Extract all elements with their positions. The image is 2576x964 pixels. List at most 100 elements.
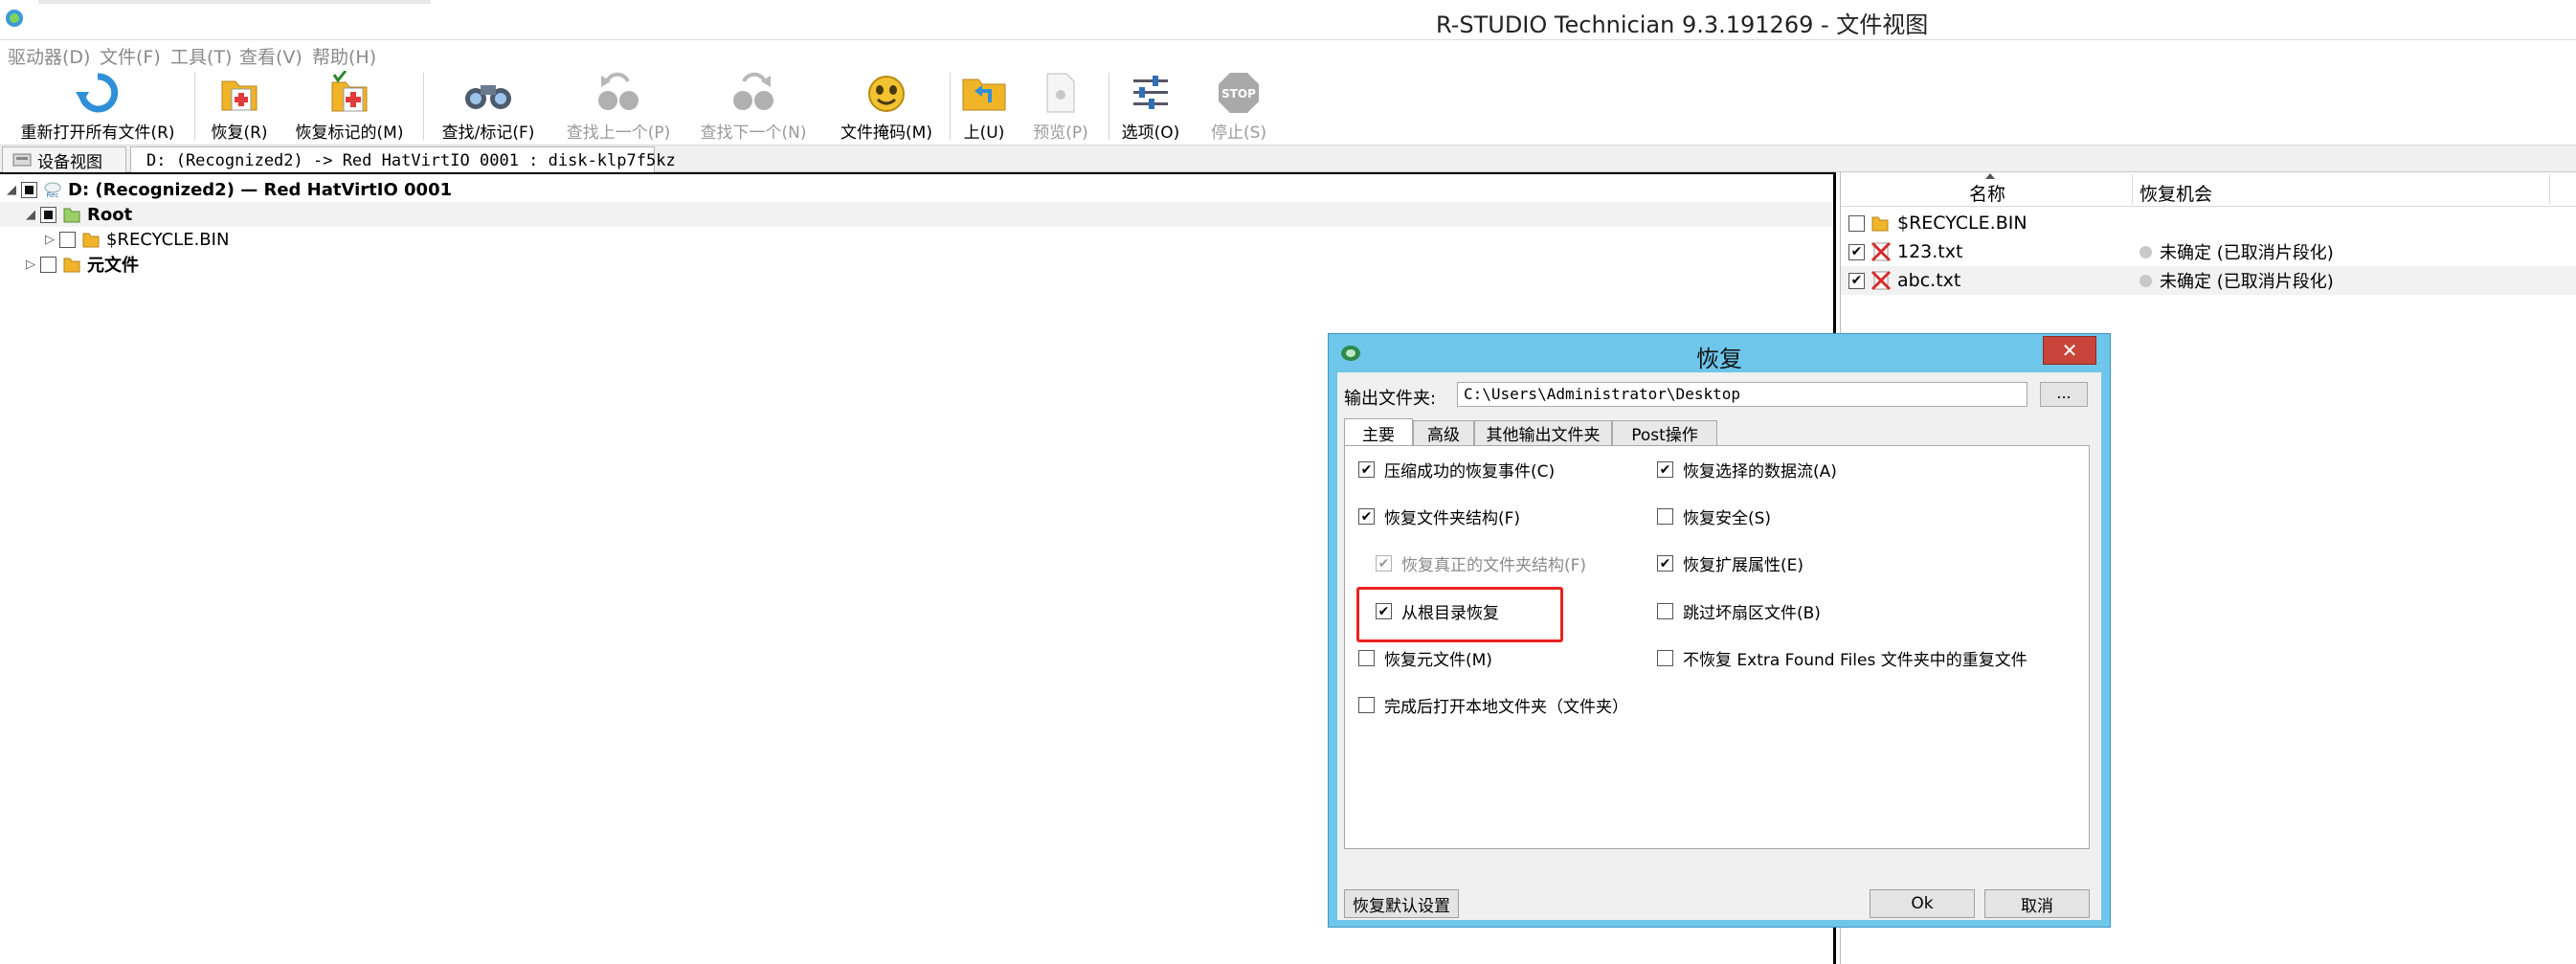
tree-node-metafiles[interactable]: ▷ 元文件 bbox=[23, 252, 139, 277]
find-mark-button[interactable]: 查找/标记(F) bbox=[433, 69, 544, 146]
column-header-recovery-chance[interactable]: 恢复机会 bbox=[2139, 180, 2212, 206]
option-skip-extra-found-duplicates[interactable]: 不恢复 Extra Found Files 文件夹中的重复文件 bbox=[1657, 646, 2027, 670]
list-item[interactable]: ✔ 123.txt 未确定 (已取消片段化) bbox=[1841, 237, 2576, 266]
reopen-icon bbox=[76, 73, 119, 113]
option-checkbox[interactable]: ✔ bbox=[1358, 461, 1375, 478]
tree-checkbox-root[interactable] bbox=[40, 206, 56, 223]
option-checkbox[interactable] bbox=[1358, 697, 1375, 713]
option-checkbox[interactable]: ✔ bbox=[1376, 603, 1392, 619]
menu-bar: 驱动器(D) 文件(F) 工具(T) 查看(V) 帮助(H) bbox=[0, 40, 2576, 69]
menu-help[interactable]: 帮助(H) bbox=[312, 43, 376, 69]
cancel-button[interactable]: 取消 bbox=[1984, 889, 2090, 918]
close-button[interactable]: ✕ bbox=[2043, 336, 2096, 365]
option-restore-folder-structure[interactable]: ✔ 恢复文件夹结构(F) bbox=[1358, 504, 1520, 528]
option-compress-success-events[interactable]: ✔ 压缩成功的恢复事件(C) bbox=[1358, 458, 1555, 482]
output-folder-label: 输出文件夹: bbox=[1344, 389, 1437, 409]
menu-drives[interactable]: 驱动器(D) bbox=[8, 43, 90, 69]
option-recover-security[interactable]: 恢复安全(S) bbox=[1657, 504, 1771, 528]
folder-up-button[interactable]: 上(U) bbox=[957, 69, 1011, 146]
menu-tools[interactable]: 工具(T) bbox=[170, 43, 232, 69]
option-checkbox[interactable] bbox=[1657, 603, 1673, 619]
file-mask-button[interactable]: 文件掩码(M) bbox=[833, 69, 940, 146]
ok-button[interactable]: Ok bbox=[1870, 889, 1975, 918]
options-button[interactable]: 选项(O) bbox=[1116, 69, 1185, 146]
browse-button[interactable]: ... bbox=[2040, 382, 2088, 407]
stop-icon: STOP bbox=[1219, 73, 1259, 113]
tab-file-view[interactable]: D: (Recognized2) -> Red HatVirtIO 0001 :… bbox=[130, 146, 676, 173]
recognized-disk-icon: Rec bbox=[44, 182, 61, 199]
option-open-local-folder-when-done[interactable]: 完成后打开本地文件夹（文件夹） bbox=[1358, 693, 1628, 717]
toolbar-separator bbox=[194, 73, 195, 140]
svg-text:STOP: STOP bbox=[1221, 87, 1256, 101]
tab-post-operations[interactable]: Post操作 bbox=[1612, 420, 1717, 445]
column-divider[interactable] bbox=[2132, 174, 2133, 205]
option-recover-extended-attributes[interactable]: ✔ 恢复扩展属性(E) bbox=[1657, 551, 1803, 575]
list-item[interactable]: ✔ abc.txt 未确定 (已取消片段化) bbox=[1841, 266, 2576, 295]
option-skip-bad-sector-files[interactable]: 跳过坏扇区文件(B) bbox=[1657, 599, 1821, 623]
deleted-file-icon bbox=[1870, 270, 1892, 291]
tree-node-recycle-bin[interactable]: ▷ $RECYCLE.BIN bbox=[42, 227, 229, 252]
menu-file[interactable]: 文件(F) bbox=[100, 43, 161, 69]
main-options-pane: ✔ 压缩成功的恢复事件(C) ✔ 恢复选择的数据流(A) ✔ 恢复文件夹结构(F) 恢… bbox=[1344, 445, 2090, 849]
expand-arrow-icon[interactable]: ▷ bbox=[23, 258, 38, 272]
output-folder-input[interactable]: C:\Users\Administrator\Desktop bbox=[1457, 382, 2027, 407]
tab-device-view[interactable]: 设备视图 bbox=[2, 146, 126, 172]
folder-up-icon bbox=[962, 78, 1006, 111]
expand-arrow-icon[interactable]: ▷ bbox=[42, 233, 57, 247]
restore-defaults-button[interactable]: 恢复默认设置 bbox=[1344, 889, 1459, 918]
list-checkbox[interactable]: ✔ bbox=[1848, 272, 1865, 289]
recover-marked-icon bbox=[331, 71, 368, 112]
tree-node-drive[interactable]: ◢ Rec D: (Recognized2) — Red HatVirtIO 0… bbox=[4, 177, 452, 202]
dialog-body: 输出文件夹: C:\Users\Administrator\Desktop ..… bbox=[1337, 372, 2101, 920]
tree-node-root[interactable]: ◢ Root bbox=[23, 202, 132, 227]
option-restore-true-folder-structure: ✔ 恢复真正的文件夹结构(F) bbox=[1376, 551, 1586, 575]
deleted-file-icon bbox=[1870, 241, 1892, 262]
tree-checkbox-drive[interactable] bbox=[21, 181, 37, 198]
menu-view[interactable]: 查看(V) bbox=[239, 43, 302, 69]
option-checkbox[interactable]: ✔ bbox=[1657, 555, 1673, 572]
recover-button[interactable]: 恢复(R) bbox=[203, 69, 276, 146]
option-checkbox[interactable] bbox=[1657, 508, 1673, 525]
find-previous-icon bbox=[598, 72, 638, 110]
window-title: R-STUDIO Technician 9.3.191269 - 文件视图 bbox=[1436, 11, 1929, 38]
option-recover-metafiles[interactable]: 恢复元文件(M) bbox=[1358, 646, 1492, 670]
tree-checkbox-recycle-bin[interactable] bbox=[59, 231, 76, 248]
dialog-title-bar[interactable]: 恢复 ✕ bbox=[1329, 334, 2110, 372]
file-mask-icon bbox=[868, 76, 905, 112]
option-checkbox[interactable]: ✔ bbox=[1657, 461, 1673, 478]
dialog-title: 恢复 bbox=[1696, 346, 1742, 372]
list-header: 名称 恢复机会 bbox=[1841, 172, 2576, 207]
reopen-all-button[interactable]: 重新打开所有文件(R) bbox=[11, 69, 184, 146]
recover-marked-button[interactable]: 恢复标记的(M) bbox=[287, 69, 412, 146]
tab-main[interactable]: 主要 bbox=[1344, 418, 1413, 446]
tab-advanced[interactable]: 高级 bbox=[1413, 420, 1474, 445]
column-header-name[interactable]: 名称 bbox=[1969, 180, 2005, 206]
find-next-button[interactable]: 查找下一个(N) bbox=[695, 69, 812, 146]
status-dot-icon bbox=[2139, 274, 2152, 287]
collapse-arrow-icon[interactable]: ◢ bbox=[23, 208, 38, 222]
column-divider[interactable] bbox=[2549, 174, 2550, 205]
list-checkbox[interactable] bbox=[1848, 214, 1865, 232]
recover-icon bbox=[221, 80, 258, 111]
list-item[interactable]: $RECYCLE.BIN bbox=[1841, 209, 2576, 237]
list-checkbox[interactable]: ✔ bbox=[1848, 243, 1865, 260]
svg-text:Rec: Rec bbox=[47, 191, 59, 199]
preview-icon bbox=[1046, 73, 1075, 113]
option-checkbox[interactable]: ✔ bbox=[1358, 508, 1375, 525]
stop-button[interactable]: STOP 停止(S) bbox=[1202, 69, 1275, 146]
toolbar: 重新打开所有文件(R) 恢复(R) 恢复标记的(M) 查找/标记(F) 查找上一… bbox=[0, 69, 2576, 146]
toolbar-separator bbox=[950, 73, 951, 140]
title-tab-strip bbox=[38, 0, 431, 4]
option-recover-selected-streams[interactable]: ✔ 恢复选择的数据流(A) bbox=[1657, 458, 1837, 482]
tree-checkbox-metafiles[interactable] bbox=[40, 256, 56, 273]
options-icon bbox=[1133, 76, 1168, 109]
collapse-arrow-icon[interactable]: ◢ bbox=[4, 183, 19, 197]
option-checkbox[interactable] bbox=[1657, 650, 1673, 666]
preview-button[interactable]: 预览(P) bbox=[1026, 69, 1095, 146]
folder-icon bbox=[1871, 216, 1889, 232]
option-checkbox: ✔ bbox=[1376, 555, 1392, 572]
find-previous-button[interactable]: 查找上一个(P) bbox=[561, 69, 676, 146]
option-checkbox[interactable] bbox=[1358, 650, 1375, 666]
option-recover-from-root[interactable]: ✔ 从根目录恢复 bbox=[1376, 599, 1499, 623]
tab-other-output-folders[interactable]: 其他输出文件夹 bbox=[1474, 420, 1612, 445]
